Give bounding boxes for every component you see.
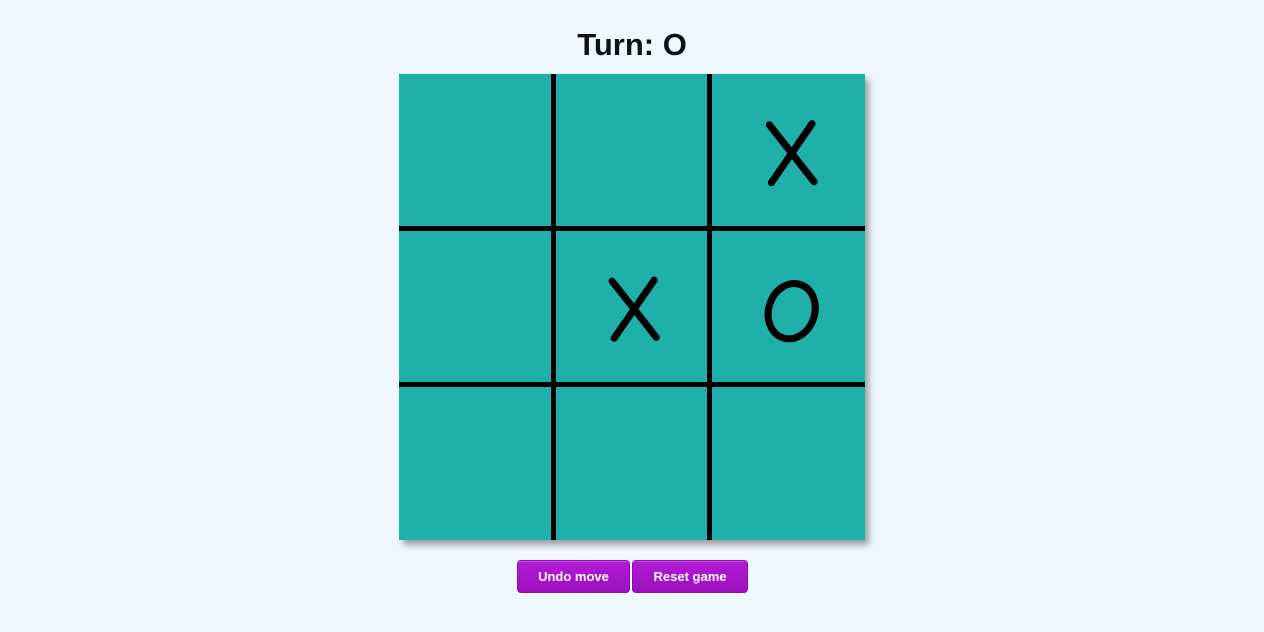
game-board xyxy=(399,74,865,540)
o-mark-icon xyxy=(764,280,819,343)
reset-game-button[interactable]: Reset game xyxy=(632,560,748,593)
board-cell-r3-c2[interactable] xyxy=(554,384,710,540)
x-mark-icon xyxy=(765,120,818,187)
board-cell-r3-c1[interactable] xyxy=(399,384,555,540)
board-cell-r1-c2[interactable] xyxy=(554,74,710,230)
board-cell-r2-c1[interactable] xyxy=(399,229,555,385)
board-cell-r2-c3[interactable] xyxy=(709,229,865,385)
turn-indicator: Turn: O xyxy=(577,27,687,62)
board-cell-r3-c3[interactable] xyxy=(709,384,865,540)
board-cell-r1-c1[interactable] xyxy=(399,74,555,230)
board-cell-r2-c2[interactable] xyxy=(554,229,710,385)
game-controls: Undo move Reset game xyxy=(517,560,748,593)
board-cell-r1-c3[interactable] xyxy=(709,74,865,230)
x-mark-icon xyxy=(608,276,661,343)
undo-move-button[interactable]: Undo move xyxy=(517,560,630,593)
